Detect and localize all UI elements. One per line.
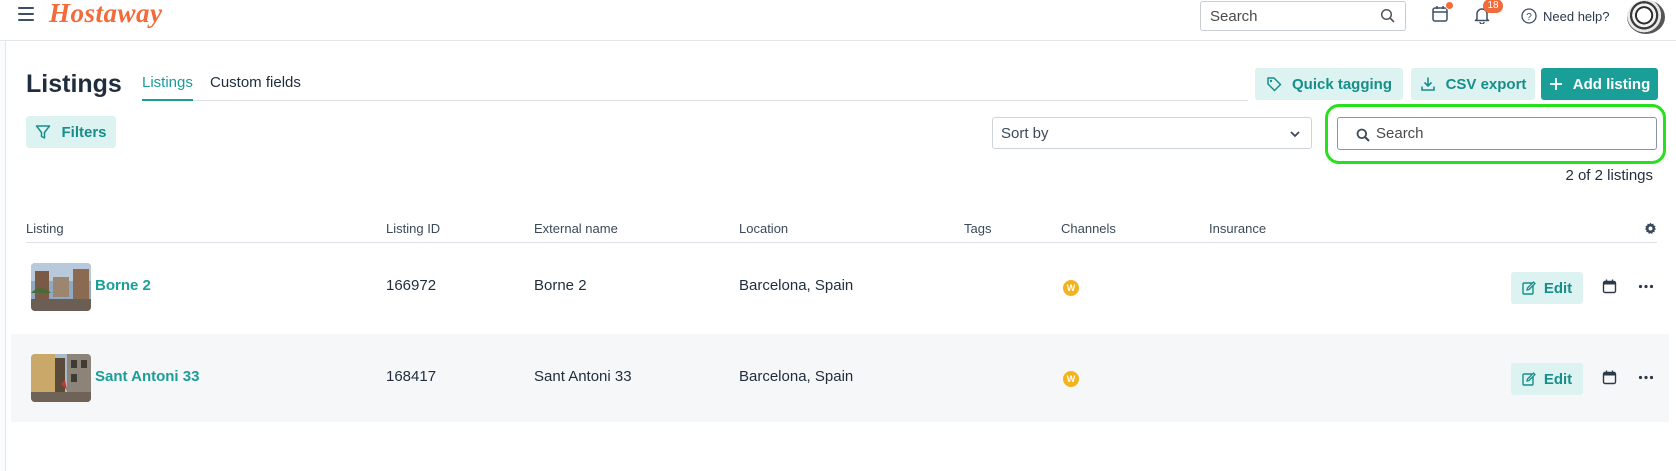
column-header-location[interactable]: Location	[739, 221, 788, 236]
more-options-icon[interactable]	[1638, 284, 1654, 289]
table-header: Listing Listing ID External name Locatio…	[26, 213, 1657, 243]
notifications-count-badge: 18	[1483, 0, 1503, 13]
top-bar: Hostaway 18 ? Need help?	[0, 0, 1676, 41]
calendar-icon[interactable]	[1602, 370, 1617, 385]
edit-button[interactable]: Edit	[1511, 363, 1583, 395]
tab-custom-fields[interactable]: Custom fields	[210, 74, 301, 101]
listing-thumbnail[interactable]	[31, 263, 91, 311]
listing-id: 168417	[386, 368, 437, 385]
global-search-field[interactable]	[1200, 1, 1406, 31]
page-tabs: Listings Custom fields	[142, 72, 1248, 101]
chevron-down-icon	[1290, 131, 1300, 138]
plus-icon	[1549, 78, 1562, 90]
csv-export-button[interactable]: CSV export	[1411, 68, 1535, 100]
channel-badge: W	[1063, 280, 1079, 296]
listings-count: 2 of 2 listings	[1565, 167, 1653, 184]
column-header-listing-id[interactable]: Listing ID	[386, 221, 440, 236]
filters-button[interactable]: Filters	[26, 116, 116, 148]
svg-text:?: ?	[1526, 12, 1532, 23]
channel-badge: W	[1063, 371, 1079, 387]
gear-icon[interactable]	[1644, 222, 1657, 235]
calendar-notice-button[interactable]	[1431, 1, 1454, 28]
menu-icon[interactable]	[18, 6, 34, 22]
sort-by-select[interactable]: Sort by	[992, 117, 1312, 149]
csv-export-label: CSV export	[1445, 75, 1527, 93]
column-header-listing[interactable]: Listing	[26, 221, 64, 236]
listings-search-input[interactable]	[1376, 118, 1646, 149]
alert-dot	[1445, 1, 1454, 10]
listings-search-field[interactable]	[1337, 117, 1657, 150]
filter-icon	[36, 125, 51, 139]
listing-name-link[interactable]: Sant Antoni 33	[95, 368, 199, 385]
app-logo[interactable]: Hostaway	[49, 0, 163, 29]
more-options-icon[interactable]	[1638, 375, 1654, 380]
filters-label: Filters	[61, 123, 107, 141]
calendar-icon[interactable]	[1602, 279, 1617, 294]
search-icon	[1356, 128, 1370, 142]
edit-label: Edit	[1543, 370, 1573, 388]
notifications-button[interactable]: 18	[1473, 0, 1503, 29]
external-name: Borne 2	[534, 277, 587, 294]
question-circle-icon: ?	[1521, 8, 1537, 24]
edit-button[interactable]: Edit	[1511, 272, 1583, 304]
column-header-tags[interactable]: Tags	[964, 221, 991, 236]
help-link[interactable]: ? Need help?	[1521, 8, 1610, 24]
column-header-channels[interactable]: Channels	[1061, 221, 1116, 236]
sort-by-label: Sort by	[1001, 125, 1049, 142]
listing-name-link[interactable]: Borne 2	[95, 277, 151, 294]
tag-icon	[1267, 77, 1282, 92]
column-header-insurance[interactable]: Insurance	[1209, 221, 1266, 236]
global-search-input[interactable]	[1201, 2, 1361, 30]
user-avatar[interactable]	[1627, 0, 1665, 34]
download-icon	[1420, 77, 1435, 91]
listing-id: 166972	[386, 277, 437, 294]
quick-tagging-button[interactable]: Quick tagging	[1255, 68, 1403, 100]
tab-listings[interactable]: Listings	[142, 74, 193, 101]
column-header-external-name[interactable]: External name	[534, 221, 618, 236]
table-row[interactable]: Borne 2 166972 Borne 2 Barcelona, Spain …	[11, 243, 1669, 331]
edit-icon	[1522, 372, 1536, 386]
help-label: Need help?	[1543, 8, 1610, 24]
add-listing-button[interactable]: Add listing	[1541, 68, 1658, 100]
location: Barcelona, Spain	[739, 368, 854, 385]
side-rail	[0, 41, 6, 471]
location: Barcelona, Spain	[739, 277, 854, 294]
add-listing-label: Add listing	[1572, 75, 1651, 93]
edit-icon	[1522, 281, 1536, 295]
page-title: Listings	[26, 70, 122, 98]
quick-tagging-label: Quick tagging	[1291, 75, 1392, 93]
table-row[interactable]: Sant Antoni 33 168417 Sant Antoni 33 Bar…	[11, 334, 1669, 422]
search-icon	[1380, 8, 1395, 23]
edit-label: Edit	[1543, 279, 1573, 297]
listing-thumbnail[interactable]	[31, 354, 91, 402]
external-name: Sant Antoni 33	[534, 368, 632, 385]
